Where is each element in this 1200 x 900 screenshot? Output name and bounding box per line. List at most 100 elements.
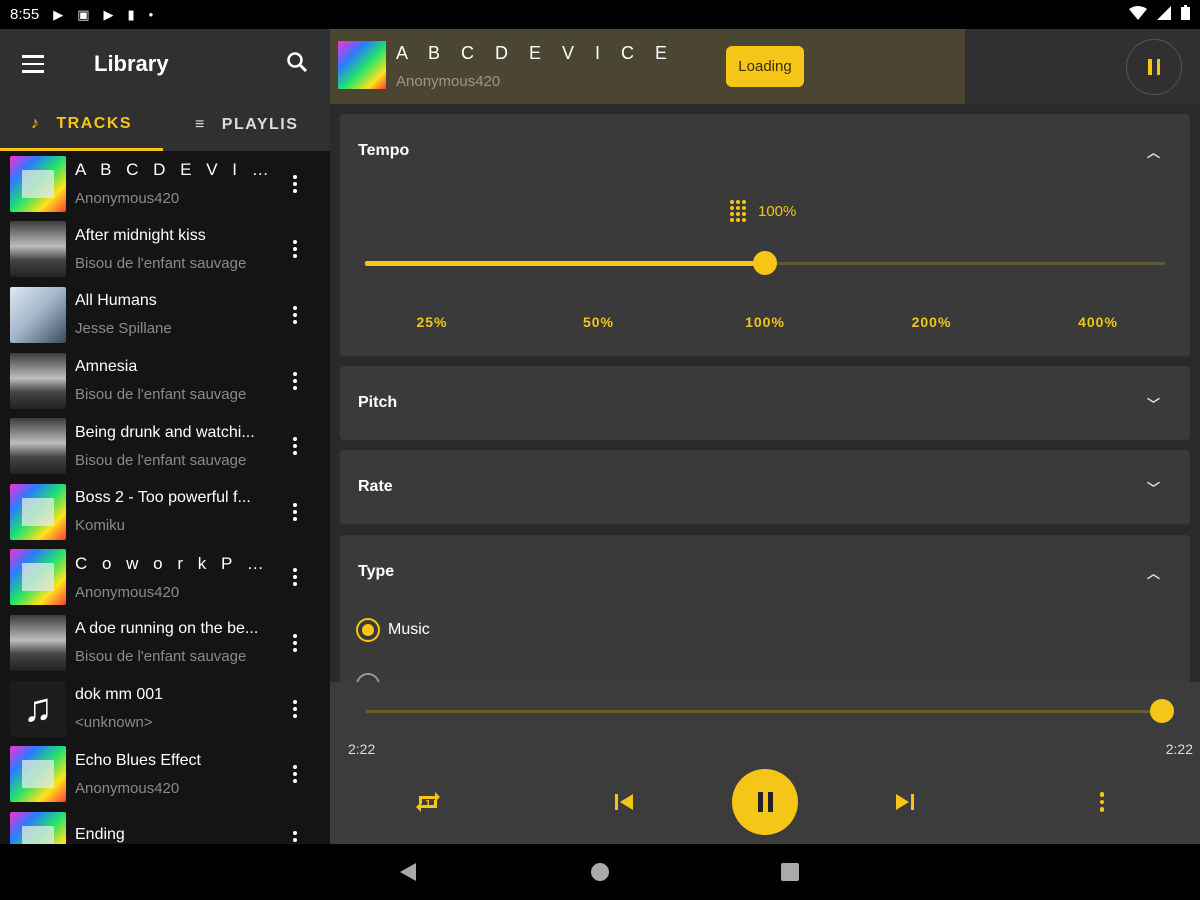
play-icon: ▶: [53, 6, 64, 22]
track-title: Ending: [75, 825, 125, 843]
status-bar: 8:55 ▶ ▣ ▶ ▮ •: [0, 0, 1200, 29]
loading-button[interactable]: Loading: [726, 46, 804, 87]
pitch-header-label: Pitch: [358, 394, 398, 411]
tempo-tick-label[interactable]: 100%: [745, 314, 785, 330]
tempo-tick-label[interactable]: 400%: [1078, 314, 1118, 330]
track-row[interactable]: A doe running on the be... Bisou de l'enf…: [0, 610, 330, 676]
track-row[interactable]: Amnesia Bisou de l'enfant sauvage: [0, 348, 330, 414]
track-row[interactable]: C o w o r k P a r t... Anonymous420: [0, 545, 330, 611]
album-art: [10, 286, 66, 343]
track-title: Boss 2 - Too powerful f...: [75, 489, 251, 507]
tab-tracks[interactable]: ♪ TRACKS: [0, 99, 163, 151]
track-row[interactable]: A B C D E V I C E Anonymous420: [0, 151, 330, 217]
music-note-icon: ♪: [30, 114, 41, 132]
play-pause-button[interactable]: [732, 769, 798, 835]
track-row[interactable]: After midnight kiss Bisou de l'enfant sau…: [0, 217, 330, 283]
album-art: [10, 418, 66, 475]
seek-bar[interactable]: [366, 699, 1174, 723]
tempo-tick-label[interactable]: 25%: [416, 314, 447, 330]
track-title: A B C D E V I C E: [75, 160, 275, 180]
music-note-icon: ♫: [10, 680, 66, 737]
mini-pause-button[interactable]: [1126, 39, 1182, 95]
track-info: Being drunk and watchi... Bisou de l'enfa…: [75, 424, 275, 469]
album-art: [10, 746, 66, 803]
track-title: After midnight kiss: [75, 226, 206, 244]
track-row[interactable]: All Humans Jesse Spillane: [0, 282, 330, 348]
recents-icon[interactable]: [781, 863, 799, 881]
more-vert-icon[interactable]: [287, 437, 303, 456]
track-title: A doe running on the be...: [75, 620, 259, 638]
battery-icon: [1181, 5, 1190, 24]
more-vert-icon[interactable]: [287, 765, 303, 784]
type-option-music[interactable]: Music: [356, 618, 430, 642]
track-list: A B C D E V I C E Anonymous420 After midni…: [0, 151, 330, 844]
track-info: Echo Blues Effect Anonymous420: [75, 752, 275, 797]
tempo-header-label: Tempo: [358, 142, 410, 159]
more-vert-icon: [1099, 792, 1105, 812]
track-title: dok mm 001: [75, 686, 164, 704]
track-row[interactable]: Being drunk and watchi... Bisou de l'enfa…: [0, 413, 330, 479]
more-vert-icon[interactable]: [287, 240, 303, 259]
back-icon[interactable]: [400, 863, 416, 881]
track-artist: Anonymous420: [75, 583, 180, 601]
track-info: Ending: [75, 826, 275, 844]
more-vert-icon[interactable]: [287, 830, 303, 844]
tempo-value-label: 100%: [758, 202, 797, 220]
type-header[interactable]: Type ︿: [340, 535, 1190, 609]
tempo-slider[interactable]: [365, 251, 1165, 275]
pitch-header[interactable]: Pitch ﹀: [340, 366, 1190, 440]
now-playing-art: [338, 41, 386, 89]
tempo-tick-label[interactable]: 200%: [912, 314, 952, 330]
pitch-card: Pitch ﹀: [340, 366, 1190, 440]
track-artist: Bisou de l'enfant sauvage: [75, 254, 247, 272]
loading-progress: [330, 29, 965, 104]
album-art: [10, 614, 66, 671]
navigation-bar: [0, 844, 1200, 900]
pause-icon: [1148, 59, 1160, 75]
home-icon[interactable]: [591, 863, 609, 881]
tab-playlists[interactable]: ≡ PLAYLIS: [163, 99, 330, 151]
library-title: Library: [94, 51, 169, 76]
repeat-one-button[interactable]: 1: [408, 778, 448, 826]
track-artist: Bisou de l'enfant sauvage: [75, 451, 247, 469]
album-art: [10, 549, 66, 606]
track-row[interactable]: Ending: [0, 807, 330, 844]
tempo-value: 100%: [730, 200, 796, 222]
track-row[interactable]: ♫ dok mm 001 <unknown>: [0, 676, 330, 742]
more-vert-icon[interactable]: [287, 174, 303, 193]
rate-header[interactable]: Rate ﹀: [340, 450, 1190, 524]
radio-selected[interactable]: [356, 618, 380, 642]
repeat-one-icon: 1: [416, 792, 440, 812]
more-options-button[interactable]: [1090, 778, 1114, 826]
track-row[interactable]: Boss 2 - Too powerful f... Komiku: [0, 479, 330, 545]
tempo-slider-thumb[interactable]: [753, 251, 777, 275]
menu-icon[interactable]: [22, 55, 62, 73]
rate-header-label: Rate: [358, 478, 393, 495]
more-vert-icon[interactable]: [287, 568, 303, 587]
track-title: Being drunk and watchi...: [75, 423, 255, 441]
library-app-bar: Library: [0, 29, 330, 99]
track-title: C o w o r k P a r t...: [75, 553, 275, 573]
track-info: After midnight kiss Bisou de l'enfant sau…: [75, 227, 275, 272]
next-button[interactable]: [889, 778, 921, 826]
more-vert-icon[interactable]: [287, 699, 303, 718]
tempo-tick-label[interactable]: 50%: [583, 314, 614, 330]
seek-thumb[interactable]: [1150, 699, 1174, 723]
previous-button[interactable]: [608, 778, 640, 826]
now-playing-bar[interactable]: A B C D E V I C E Anonymous420 Loading: [330, 29, 1200, 104]
more-vert-icon[interactable]: [287, 502, 303, 521]
tempo-header[interactable]: Tempo ︿: [340, 114, 1190, 188]
tab-playlists-label: PLAYLIS: [221, 116, 299, 133]
search-icon[interactable]: [286, 51, 308, 78]
more-vert-icon[interactable]: [287, 371, 303, 390]
sd-card-icon: ▮: [127, 6, 135, 22]
more-vert-icon[interactable]: [287, 633, 303, 652]
tempo-icon: [730, 200, 746, 222]
more-vert-icon[interactable]: [287, 305, 303, 324]
track-row[interactable]: Echo Blues Effect Anonymous420: [0, 741, 330, 807]
album-art: [10, 221, 66, 278]
skip-previous-icon: [615, 794, 633, 810]
track-info: C o w o r k P a r t... Anonymous420: [75, 554, 275, 601]
track-artist: Bisou de l'enfant sauvage: [75, 386, 247, 404]
track-artist: Komiku: [75, 517, 126, 535]
